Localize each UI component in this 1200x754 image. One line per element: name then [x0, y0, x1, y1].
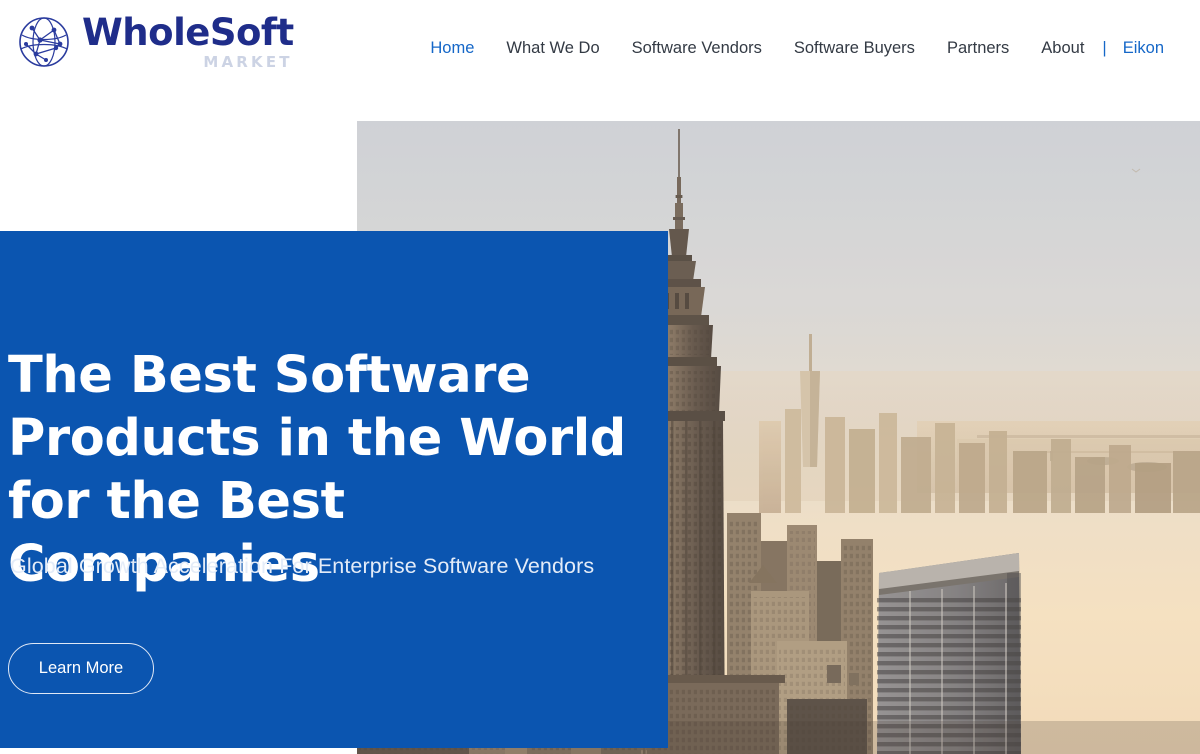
- nav-item-eikon[interactable]: Eikon: [1109, 33, 1180, 64]
- hero-content: The Best Software Products in the World …: [8, 231, 668, 748]
- landing-page: The Best Software Products in the World …: [0, 0, 1200, 754]
- nav-item-home[interactable]: Home: [414, 33, 490, 64]
- site-header: WholeSoft MARKET Home What We Do Softwar…: [0, 0, 1200, 96]
- main-navigation: Home What We Do Software Vendors Softwar…: [414, 0, 1180, 96]
- globe-network-icon: [16, 14, 72, 70]
- nav-item-software-vendors[interactable]: Software Vendors: [616, 33, 778, 64]
- nav-item-about[interactable]: About: [1025, 33, 1100, 64]
- brand-subtitle: MARKET: [203, 52, 293, 71]
- nav-item-partners[interactable]: Partners: [931, 33, 1025, 64]
- hero-subtitle: Global Growth Acceleration For Enterpris…: [10, 554, 595, 578]
- learn-more-button[interactable]: Learn More: [8, 643, 154, 694]
- nav-item-software-buyers[interactable]: Software Buyers: [778, 33, 931, 64]
- brand-wordmark: WholeSoft MARKET: [82, 14, 294, 70]
- nav-separator: |: [1102, 38, 1107, 57]
- brand-name: WholeSoft: [82, 11, 294, 55]
- hero-panel: The Best Software Products in the World …: [0, 231, 668, 748]
- brand-logo[interactable]: WholeSoft MARKET: [16, 14, 294, 70]
- nav-item-what-we-do[interactable]: What We Do: [490, 33, 615, 64]
